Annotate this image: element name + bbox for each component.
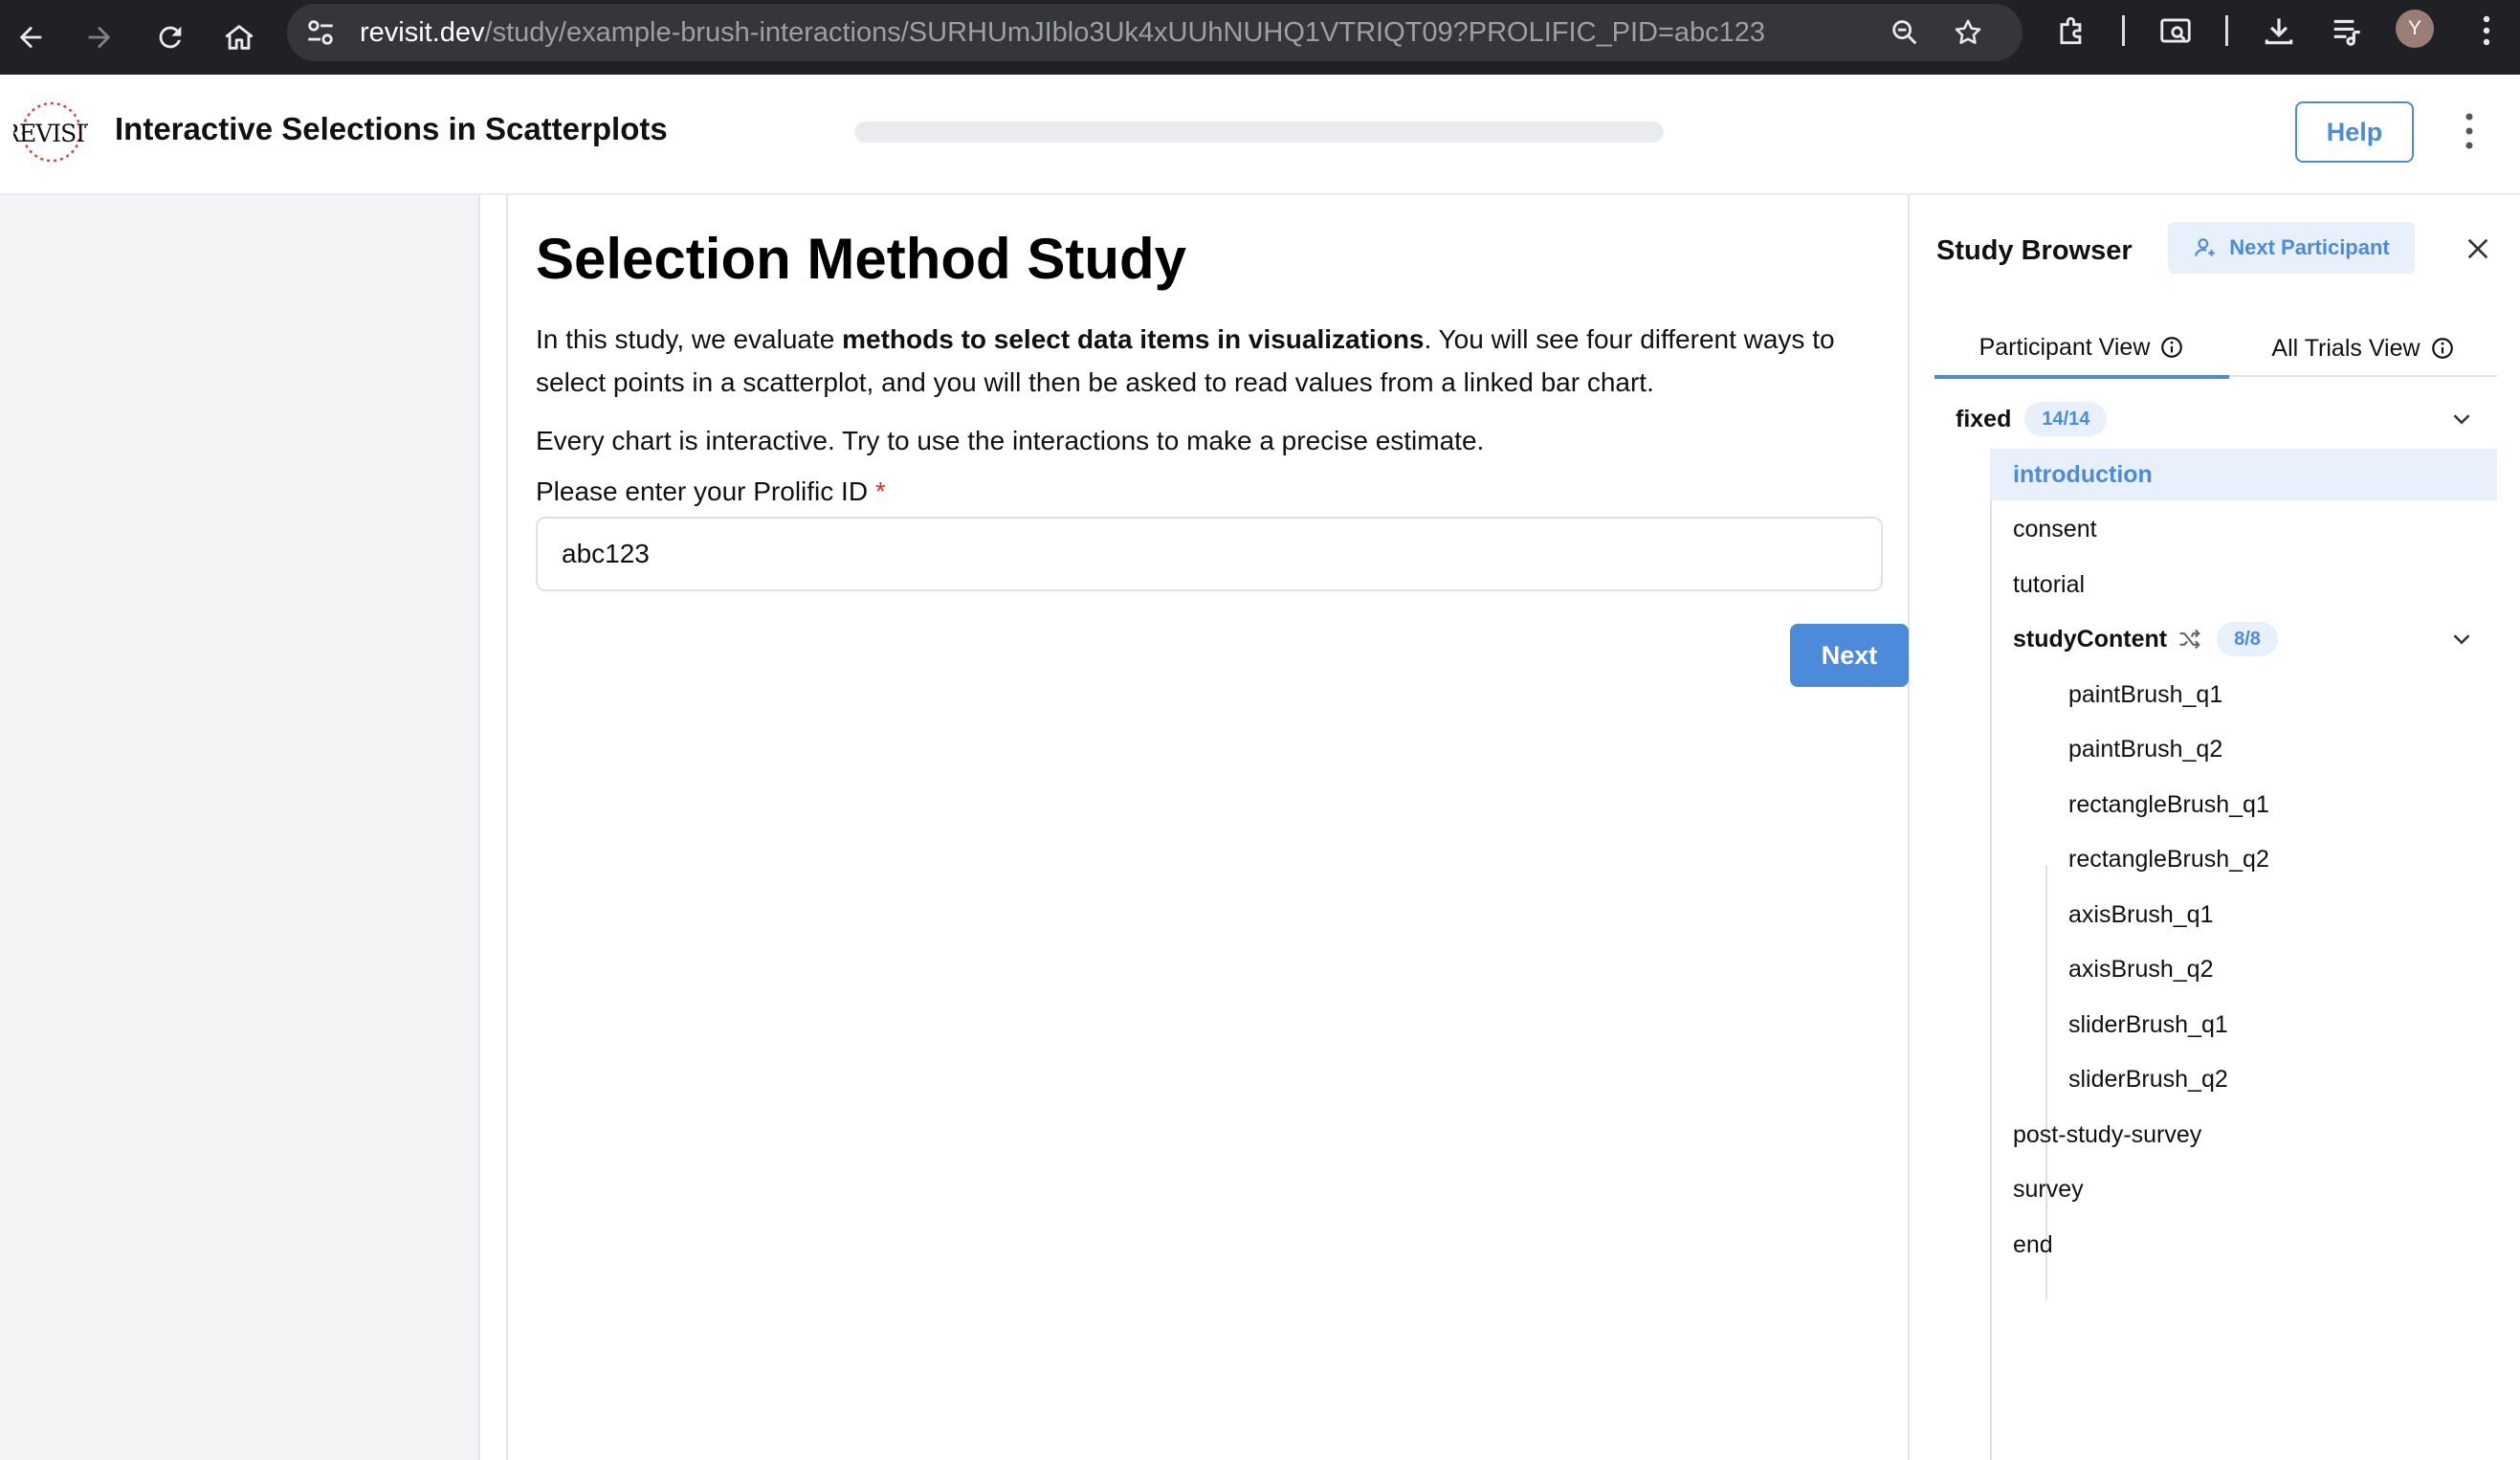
study-progress-bar (854, 122, 1664, 143)
tree-block-fixed[interactable]: fixed 14/14 (1956, 394, 2108, 444)
tree-item-introduction[interactable]: introduction (2013, 450, 2153, 499)
study-title: Interactive Selections in Scatterplots (115, 111, 668, 146)
home-icon[interactable] (210, 9, 268, 66)
tree-item-end[interactable]: end (2013, 1220, 2053, 1270)
url-text[interactable]: revisit.dev/study/example-brush-interact… (360, 4, 1765, 61)
view-tabs: Participant View All Trials View (1934, 320, 2497, 379)
profile-avatar[interactable]: Y (2396, 10, 2434, 48)
tree-item-axis-brush-q2[interactable]: axisBrush_q2 (2068, 944, 2213, 994)
page-title: Selection Method Study (536, 227, 1187, 291)
tab-search-icon[interactable] (2156, 11, 2195, 50)
bookmark-star-icon[interactable] (1952, 16, 1984, 49)
tree-item-slider-brush-q2[interactable]: sliderBrush_q2 (2068, 1054, 2228, 1104)
download-icon[interactable] (2260, 11, 2298, 50)
close-icon[interactable] (2459, 230, 2497, 268)
intro-paragraph: In this study, we evaluate methods to se… (536, 324, 1835, 397)
extensions-icon[interactable] (2053, 11, 2091, 50)
info-icon (2161, 337, 2183, 358)
chevron-down-icon[interactable] (2447, 625, 2476, 653)
toolbar-divider (2225, 15, 2228, 46)
tree-item-tutorial[interactable]: tutorial (2013, 560, 2085, 609)
browser-toolbar: revisit.dev/study/example-brush-interact… (0, 0, 2520, 75)
toolbar-divider (2122, 15, 2125, 46)
next-participant-button[interactable]: Next Participant (2168, 222, 2415, 274)
tree-item-slider-brush-q1[interactable]: sliderBrush_q1 (2068, 1000, 2228, 1050)
add-user-icon (2195, 238, 2215, 256)
tree-item-rectangle-brush-q2[interactable]: rectangleBrush_q2 (2068, 834, 2269, 884)
tree-item-rectangle-brush-q1[interactable]: rectangleBrush_q1 (2068, 780, 2269, 830)
more-options-icon[interactable] (2455, 109, 2484, 153)
forward-arrow-icon[interactable] (71, 9, 128, 66)
browser-menu-icon[interactable] (2472, 11, 2501, 50)
required-asterisk: * (874, 476, 886, 506)
tree-block-study-content[interactable]: studyContent 8/8 (2013, 614, 2278, 664)
help-button[interactable]: Help (2295, 101, 2414, 163)
tree-guide-line (1990, 449, 1992, 1460)
instruction-paragraph: Every chart is interactive. Try to use t… (536, 426, 1485, 455)
svg-text:REVISIT: REVISIT (13, 120, 88, 147)
address-bar[interactable]: revisit.dev/study/example-brush-interact… (287, 4, 2023, 61)
back-arrow-icon[interactable] (2, 9, 59, 66)
tree-item-survey[interactable]: survey (2013, 1164, 2084, 1214)
tree-item-paint-brush-q1[interactable]: paintBrush_q1 (2068, 670, 2222, 719)
reload-icon[interactable] (142, 9, 199, 66)
next-button[interactable]: Next (1790, 624, 1909, 687)
study-browser-panel: Study Browser Next Participant Participa… (1910, 195, 2520, 1460)
tab-participant-view[interactable]: Participant View (1934, 320, 2229, 379)
site-settings-icon[interactable] (304, 16, 337, 49)
zoom-icon[interactable] (1889, 16, 1921, 49)
study-browser-title: Study Browser (1936, 235, 2133, 266)
chevron-down-icon[interactable] (2447, 405, 2476, 433)
tree-item-axis-brush-q1[interactable]: axisBrush_q1 (2068, 890, 2213, 940)
root-count-badge: 14/14 (2024, 402, 2108, 436)
info-icon (2431, 338, 2453, 359)
app-header: REVISIT Interactive Selections in Scatte… (0, 75, 2520, 195)
intro-emphasis: methods to select data items in visualiz… (842, 324, 1425, 354)
shuffle-icon (2179, 629, 2200, 650)
tab-all-trials-view[interactable]: All Trials View (2229, 320, 2497, 377)
prolific-id-input[interactable] (536, 517, 1883, 591)
prolific-id-label: Please enter your Prolific ID * (536, 476, 886, 506)
revisit-logo: REVISIT (13, 101, 88, 163)
media-queue-icon[interactable] (2329, 11, 2367, 50)
group-count-badge: 8/8 (2217, 622, 2278, 656)
left-sidebar (0, 195, 480, 1460)
main-content: Selection Method Study In this study, we… (506, 195, 1910, 1460)
tree-item-post-study-survey[interactable]: post-study-survey (2013, 1110, 2201, 1160)
tree-item-paint-brush-q2[interactable]: paintBrush_q2 (2068, 724, 2222, 774)
tree-item-consent[interactable]: consent (2013, 504, 2097, 554)
